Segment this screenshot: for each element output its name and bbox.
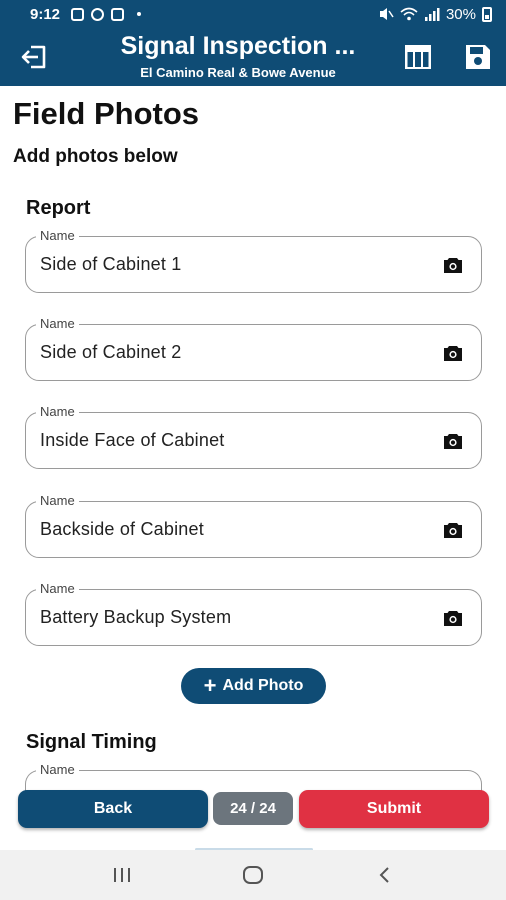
battery-icon [482, 6, 492, 22]
home-icon[interactable] [241, 863, 265, 887]
page-counter: 24 / 24 [213, 792, 293, 825]
status-time: 9:12 [30, 5, 61, 23]
photo-field-3[interactable]: Name Inside Face of Cabinet [25, 404, 482, 469]
page-subtitle: Add photos below [13, 146, 178, 167]
android-nav-bar [0, 850, 506, 900]
exit-icon[interactable] [20, 42, 50, 72]
photo-field-value[interactable]: Battery Backup System [40, 607, 231, 628]
photo-field-4[interactable]: Name Backside of Cabinet [25, 493, 482, 558]
submit-button[interactable]: Submit [299, 790, 489, 828]
photo-field-label: Name [36, 316, 79, 332]
mute-icon [379, 8, 394, 20]
signal-icon [424, 8, 440, 21]
photo-field-value[interactable]: Side of Cabinet 1 [40, 254, 182, 275]
app-title: Signal Inspection ... [120, 32, 356, 60]
photo-field-1[interactable]: Name Side of Cabinet 1 [25, 228, 482, 293]
status-bar: 9:12 30% [0, 0, 506, 28]
camera-icon[interactable] [443, 609, 463, 627]
photo-field-value[interactable]: Inside Face of Cabinet [40, 430, 225, 451]
camera-icon[interactable] [443, 256, 463, 274]
back-nav-icon[interactable] [373, 863, 397, 887]
signal-timing-field-label: Name [36, 762, 79, 778]
save-icon[interactable] [464, 43, 492, 71]
whatsapp-notification-icon [91, 7, 105, 21]
add-photo-label: Add Photo [222, 677, 304, 694]
photo-field-value[interactable]: Backside of Cabinet [40, 519, 204, 540]
wifi-icon [400, 7, 418, 21]
photo-field-5[interactable]: Name Battery Backup System [25, 581, 482, 646]
battery-percent: 30% [445, 5, 476, 23]
photo-field-label: Name [36, 493, 79, 509]
app-subtitle: El Camino Real & Bowe Avenue [140, 65, 336, 80]
gallery-notification-icon [71, 7, 85, 21]
camera-icon[interactable] [443, 521, 463, 539]
plus-icon: + [203, 673, 217, 698]
instagram-notification-icon [111, 7, 125, 21]
add-photo-button[interactable]: + Add Photo [181, 668, 326, 704]
photo-field-label: Name [36, 404, 79, 420]
report-heading: Report [26, 197, 91, 219]
photo-field-label: Name [36, 228, 79, 244]
photo-field-value[interactable]: Side of Cabinet 2 [40, 342, 182, 363]
more-notifications-icon [137, 12, 142, 16]
app-bar: Signal Inspection ... El Camino Real & B… [0, 28, 506, 86]
table-icon[interactable] [404, 44, 432, 70]
photo-field-2[interactable]: Name Side of Cabinet 2 [25, 316, 482, 381]
camera-icon[interactable] [443, 344, 463, 362]
recents-icon[interactable] [110, 863, 134, 887]
camera-icon[interactable] [443, 432, 463, 450]
back-button[interactable]: Back [18, 790, 208, 828]
page-title: Field Photos [13, 96, 199, 131]
photo-field-label: Name [36, 581, 79, 597]
signal-timing-heading: Signal Timing [26, 731, 157, 753]
